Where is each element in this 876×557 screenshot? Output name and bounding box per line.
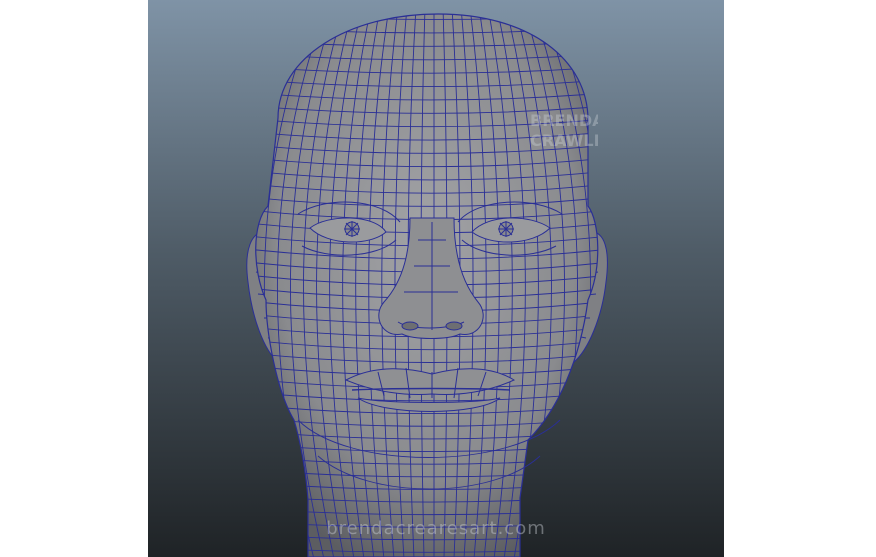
screenshot-canvas: BRENDA CRAWLEY brendacrearesart.com (0, 0, 876, 557)
viewport-scene (148, 0, 724, 557)
3d-viewport[interactable]: BRENDA CRAWLEY brendacrearesart.com (148, 0, 724, 557)
